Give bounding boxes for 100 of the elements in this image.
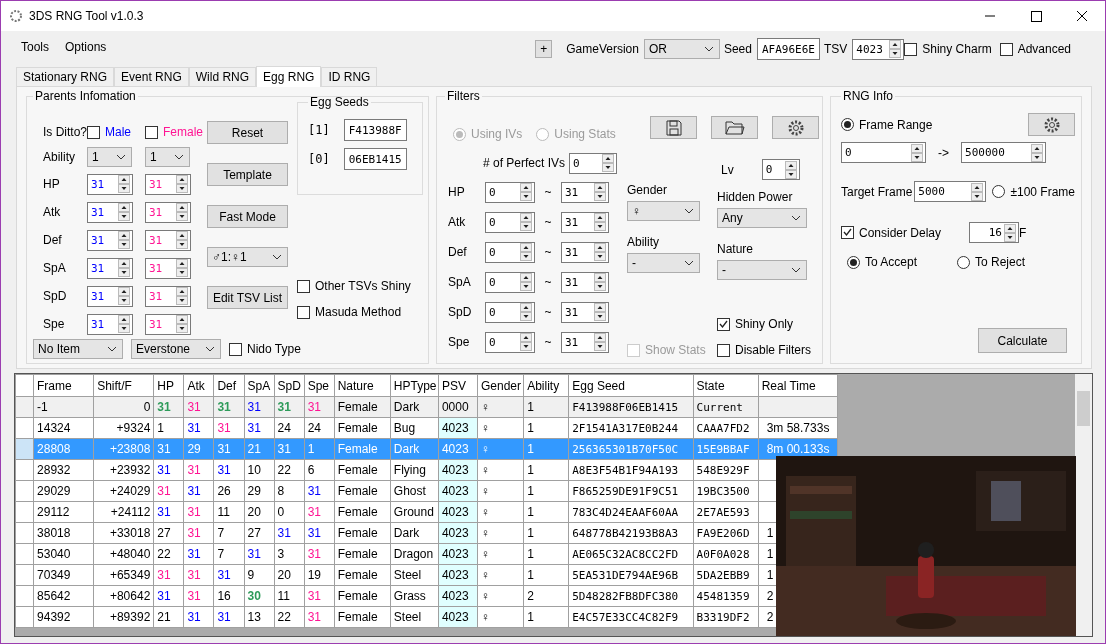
item-dropdown[interactable]: No Item [33,339,123,359]
seed-field[interactable]: 06EB1415 [343,148,407,170]
max-iv-field[interactable]: 31 [561,271,609,293]
radio-button[interactable] [957,255,970,269]
column-header[interactable]: Frame [33,374,94,397]
ability-dropdown[interactable]: 1 [87,146,132,167]
target-frame-field[interactable]: 5000 [914,181,987,202]
level-field[interactable]: 0 [761,159,800,180]
game-version-dropdown[interactable]: OR [643,39,720,59]
frame-max-field[interactable]: 500000 [961,142,1046,163]
column-header[interactable]: Spe [304,374,335,397]
settings-button[interactable] [772,116,820,139]
iv-field[interactable]: 31 [145,173,191,195]
nature-dropdown[interactable]: - [717,260,807,280]
table-row[interactable]: -1 0 31 31 31 31 31 31 Female Dark 0000 ♀ 1 F413988F06EB1415 Current [15,396,838,418]
iv-field[interactable]: 31 [87,229,133,251]
column-header[interactable]: SpA [244,374,275,397]
max-iv-field[interactable]: 31 [561,181,609,203]
checkbox[interactable] [229,342,242,356]
iv-field[interactable]: 31 [145,229,191,251]
menu-item[interactable]: Tools [13,40,57,54]
tab[interactable]: Event RNG [114,67,189,86]
gender-dropdown[interactable]: ♀ [627,201,700,221]
open-button[interactable] [711,116,759,139]
tab[interactable]: Wild RNG [188,67,257,86]
max-iv-field[interactable]: 31 [561,211,609,233]
add-button[interactable]: + [535,40,553,58]
spin-arrows-icon [118,259,130,277]
ability-dropdown[interactable]: 1 [145,146,190,167]
checkbox[interactable] [145,125,158,139]
checkbox[interactable] [717,343,730,357]
column-header[interactable]: Nature [334,374,391,397]
min-iv-field[interactable]: 0 [485,241,535,263]
tsv-field[interactable]: 4023 [852,38,905,60]
max-iv-field[interactable]: 31 [561,331,609,353]
min-iv-field[interactable]: 0 [485,181,535,203]
radio-button[interactable] [847,255,860,269]
radio-label: To Reject [975,255,1027,269]
checkbox[interactable] [297,305,310,319]
table-cell: F865259DE91F9C51 [568,480,694,502]
max-iv-field[interactable]: 31 [561,241,609,263]
ability-dropdown[interactable]: - [627,253,700,273]
table-cell: 24 [304,417,335,439]
checkbox[interactable] [999,42,1013,56]
iv-field[interactable]: 31 [87,201,133,223]
column-header[interactable]: Egg Seed [568,374,694,397]
save-button[interactable] [650,116,698,139]
tab[interactable]: ID RNG [321,67,378,86]
column-header[interactable]: Def [213,374,244,397]
checkbox[interactable] [904,42,918,56]
checkbox[interactable] [717,317,730,331]
iv-field[interactable]: 31 [87,285,133,307]
radio-button[interactable] [841,118,854,131]
action-button[interactable]: Template [207,163,288,186]
ratio-dropdown[interactable]: ♂1:♀1 [207,247,288,267]
calculate-button[interactable]: Calculate [978,328,1067,353]
iv-field[interactable]: 31 [145,257,191,279]
scrollbar[interactable] [1075,374,1092,636]
iv-field[interactable]: 31 [145,201,191,223]
tab[interactable]: Stationary RNG [16,67,115,86]
iv-field[interactable]: 31 [87,173,133,195]
column-header[interactable]: Ability [523,374,569,397]
min-iv-field[interactable]: 0 [485,301,535,323]
table-cell: ♀ [477,564,524,586]
iv-field[interactable]: 31 [145,285,191,307]
min-iv-field[interactable]: 0 [485,331,535,353]
iv-field[interactable]: 31 [87,313,133,335]
spin-arrows-icon [594,333,606,351]
menu-item[interactable]: Options [57,40,115,54]
column-header[interactable]: Shift/F [93,374,154,397]
column-header[interactable]: Atk [183,374,214,397]
settings-button[interactable] [1028,113,1075,136]
column-header[interactable]: SpD [274,374,305,397]
min-iv-field[interactable]: 0 [485,211,535,233]
column-header[interactable]: HPType [390,374,439,397]
max-iv-field[interactable]: 31 [561,301,609,323]
radio-button[interactable] [992,185,1006,198]
tab[interactable]: Egg RNG [256,66,322,87]
column-header[interactable]: PSV [438,374,478,397]
column-header[interactable]: HP [153,374,184,397]
table-row[interactable]: 14324 +9324 1 31 31 31 24 24 Female Bug 4023 ♀ 1 2F1541A317E0B244 CAAA7FD2 3m 58.733s [15,417,838,439]
iv-field[interactable]: 31 [145,313,191,335]
hidden-power-dropdown[interactable]: Any [717,208,807,228]
iv-field[interactable]: 31 [87,257,133,279]
column-header[interactable]: Real Time [758,374,838,397]
frame-min-field[interactable]: 0 [841,142,926,163]
checkbox[interactable] [297,279,310,293]
min-iv-field[interactable]: 0 [485,271,535,293]
column-header[interactable]: State [693,374,759,397]
action-button[interactable]: Reset [207,121,288,144]
seed-field[interactable]: AFA96E6E [756,38,820,60]
edit-tsv-button[interactable]: Edit TSV List [207,286,288,309]
action-button[interactable]: Fast Mode [207,205,288,228]
seed-field[interactable]: F413988F [343,119,407,141]
item-dropdown[interactable]: Everstone [131,339,221,359]
column-header[interactable]: Gender [477,374,524,397]
number-field[interactable]: 0 [569,152,617,174]
checkbox[interactable] [841,226,854,239]
checkbox[interactable] [87,125,100,139]
delay-field[interactable]: 16 [969,222,1019,243]
